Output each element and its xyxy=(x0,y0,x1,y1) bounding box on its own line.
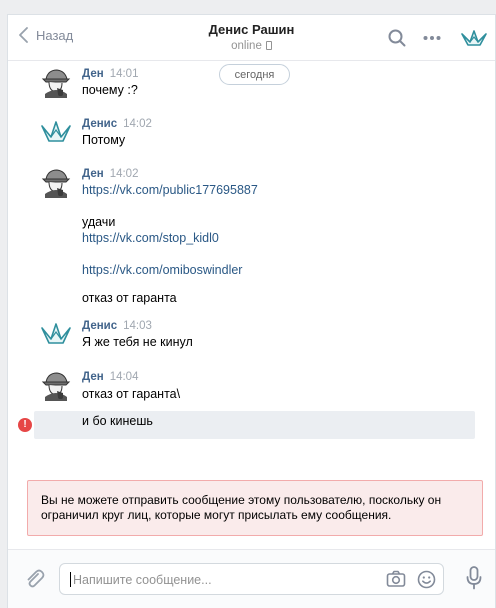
message-time: 14:04 xyxy=(109,371,139,383)
author-name: Ден xyxy=(82,371,104,383)
chat-window: Назад Денис Рашин online сегодня Ден 14:0… xyxy=(7,14,496,608)
message-composer: Напишите сообщение... xyxy=(8,549,495,608)
search-button[interactable] xyxy=(386,27,408,49)
date-divider: сегодня xyxy=(219,64,290,85)
search-icon xyxy=(388,29,406,47)
message-text: удачи xyxy=(82,215,116,229)
camera-icon[interactable] xyxy=(386,570,406,588)
message-time: 14:01 xyxy=(109,68,139,80)
message-author[interactable]: Ден 14:02 xyxy=(82,168,138,180)
message-input[interactable]: Напишите сообщение... xyxy=(59,563,444,595)
paperclip-icon[interactable] xyxy=(24,568,46,590)
more-button[interactable] xyxy=(421,27,443,49)
paper-boat-avatar-icon xyxy=(461,30,487,46)
message-author[interactable]: Денис 14:02 xyxy=(82,118,152,130)
message-history: сегодня Ден 14:01 почему :? Денис 14:02 По… xyxy=(8,62,495,482)
message-text: отказ от гаранта\ xyxy=(82,387,181,401)
detective-avatar-icon[interactable] xyxy=(40,166,72,198)
message-input-placeholder: Напишите сообщение... xyxy=(73,573,212,587)
author-name: Денис xyxy=(82,320,118,332)
microphone-icon[interactable] xyxy=(466,566,482,590)
detective-avatar-icon[interactable] xyxy=(40,369,72,401)
message-text: почему :? xyxy=(82,83,138,97)
message-author[interactable]: Ден 14:01 xyxy=(82,68,138,80)
detective-avatar-icon[interactable] xyxy=(40,66,72,98)
author-name: Ден xyxy=(82,68,104,80)
message-text: Потому xyxy=(82,133,126,147)
mobile-icon xyxy=(265,41,272,50)
message-time: 14:03 xyxy=(123,320,152,332)
paper-boat-avatar-icon[interactable] xyxy=(40,116,72,148)
peer-status-text: online xyxy=(231,40,262,52)
message-link[interactable]: https://vk.com/public177695887 xyxy=(82,183,258,197)
message-text: Я же тебя не кинул xyxy=(82,335,193,349)
message-time: 14:02 xyxy=(123,118,152,130)
text-caret xyxy=(70,572,71,587)
author-name: Ден xyxy=(82,168,104,180)
message-text: отказ от гаранта xyxy=(82,291,177,305)
message-author[interactable]: Ден 14:04 xyxy=(82,371,138,383)
error-icon[interactable]: ! xyxy=(18,418,32,432)
more-dots-icon xyxy=(423,36,441,40)
message-author[interactable]: Денис 14:03 xyxy=(82,320,152,332)
message-link[interactable]: https://vk.com/omiboswindler xyxy=(82,263,242,277)
peer-avatar-button[interactable] xyxy=(460,27,488,49)
failed-message-text[interactable]: и бо кинешь xyxy=(82,414,153,428)
blocked-notice: Вы не можете отправить сообщение этому п… xyxy=(27,480,483,536)
chat-header: Назад Денис Рашин online xyxy=(8,15,495,61)
smile-icon[interactable] xyxy=(417,570,436,589)
message-link[interactable]: https://vk.com/stop_kidl0 xyxy=(82,231,219,245)
message-time: 14:02 xyxy=(109,168,139,180)
author-name: Денис xyxy=(82,118,118,130)
paper-boat-avatar-icon[interactable] xyxy=(40,318,72,350)
